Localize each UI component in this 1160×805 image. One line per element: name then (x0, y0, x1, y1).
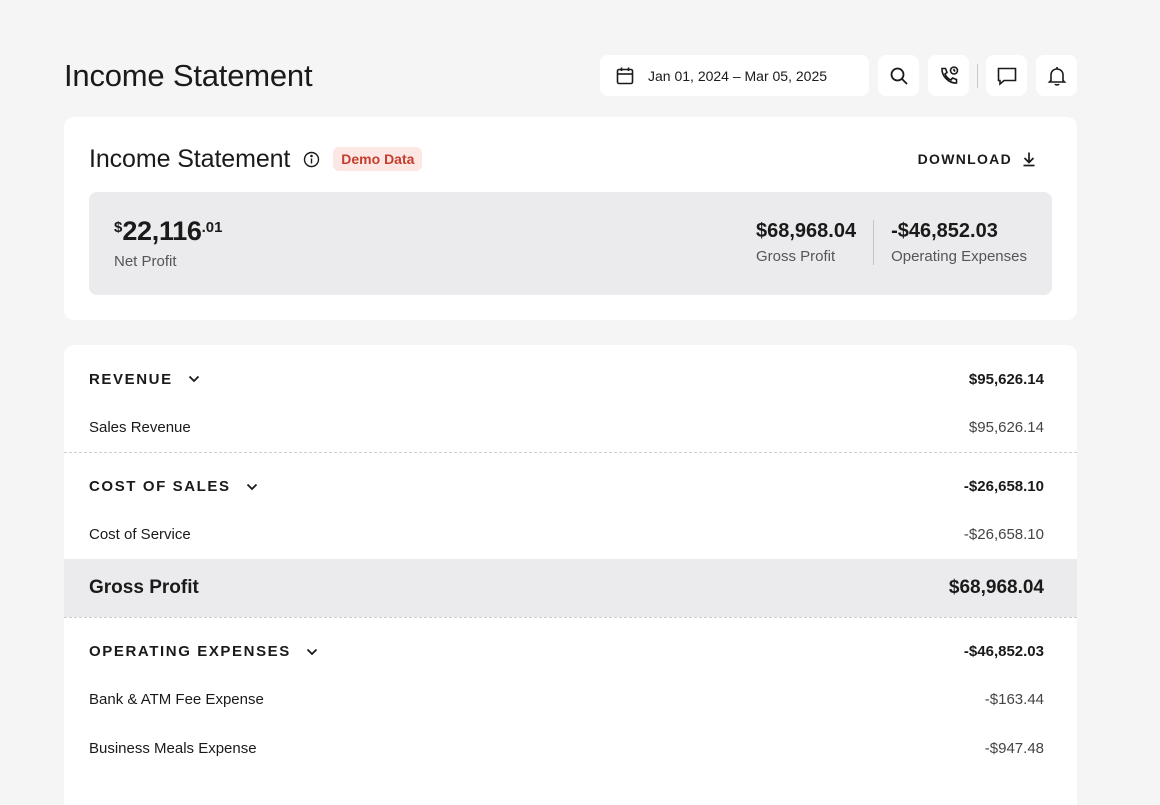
gross-profit-row-label: Gross Profit (89, 577, 199, 598)
net-profit: $ 22,116 .01 Net Profit (114, 216, 223, 270)
net-profit-currency: $ (114, 219, 123, 236)
gross-profit-row: Gross Profit $68,968.04 (64, 559, 1077, 617)
item-value: $95,626.14 (968, 419, 1044, 436)
chevron-down-icon (188, 375, 199, 383)
summary-stats: $ 22,116 .01 Net Profit $68,968.04 Gross… (89, 192, 1052, 295)
operating-expenses-label: Operating Expenses (891, 248, 1027, 265)
list-item[interactable]: Cost of Service -$26,658.10 (64, 510, 1077, 559)
operating-expenses-value: -$46,852.03 (891, 220, 998, 242)
section-total: -$46,852.03 (963, 643, 1044, 660)
item-label: Sales Revenue (89, 419, 191, 436)
operating-expenses-toggle[interactable]: OPERATING EXPENSES (89, 643, 318, 660)
chevron-down-icon (246, 483, 257, 490)
list-item[interactable]: Sales Revenue $95,626.14 (64, 403, 1077, 452)
gross-profit-label: Gross Profit (755, 248, 836, 265)
call-button[interactable] (928, 55, 969, 96)
list-item[interactable]: Bank & ATM Fee Expense -$163.44 (64, 675, 1077, 724)
item-label: Business Meals Expense (89, 740, 257, 757)
summary-title-group: Income Statement Demo Data (89, 144, 423, 174)
phone-icon (940, 65, 958, 84)
net-profit-label: Net Profit (114, 253, 177, 270)
date-range-picker[interactable]: Jan 01, 2024 – Mar 05, 2025 (600, 55, 869, 96)
notifications-button[interactable] (1036, 55, 1077, 96)
search-button[interactable] (878, 55, 919, 96)
demo-data-badge: Demo Data (333, 147, 423, 171)
item-value: -$163.44 (984, 691, 1044, 708)
item-value: -$947.48 (984, 740, 1044, 757)
calendar-icon (616, 67, 634, 84)
gross-profit-row-value: $68,968.04 (948, 577, 1044, 598)
download-icon (1023, 152, 1035, 167)
summary-title: Income Statement (89, 144, 291, 173)
item-value: -$26,658.10 (963, 526, 1044, 543)
section-total: -$26,658.10 (963, 478, 1044, 495)
operating-expenses-stat: -$46,852.03 Operating Expenses (891, 220, 1027, 265)
section-label: COST OF SALES (89, 478, 231, 495)
search-icon (890, 67, 908, 85)
top-actions: Jan 01, 2024 – Mar 05, 2025 (600, 55, 1077, 96)
item-label: Cost of Service (89, 526, 191, 543)
toolbar-divider (977, 63, 978, 88)
gross-profit-stat: $68,968.04 Gross Profit (756, 220, 856, 265)
section-total: $95,626.14 (968, 370, 1044, 388)
info-icon[interactable] (303, 151, 320, 168)
chevron-down-icon (306, 648, 318, 655)
top-bar: Income Statement Jan 01, 2024 – Mar 05, … (64, 55, 1077, 96)
date-range-text: Jan 01, 2024 – Mar 05, 2025 (648, 67, 828, 84)
net-profit-amount: $ 22,116 .01 (114, 216, 223, 247)
list-item[interactable]: Business Meals Expense -$947.48 (64, 724, 1077, 773)
bell-icon (1047, 66, 1066, 86)
page-title: Income Statement (64, 57, 313, 93)
gross-profit-value: $68,968.04 (755, 220, 857, 242)
download-label: DOWNLOAD (917, 151, 1012, 167)
stat-divider (873, 220, 875, 265)
chat-icon (997, 67, 1016, 86)
revenue-toggle[interactable]: REVENUE (89, 371, 200, 388)
section-label: REVENUE (89, 370, 173, 388)
summary-card-header: Income Statement Demo Data DOWNLOAD (89, 143, 1052, 175)
net-profit-decimal: .01 (201, 219, 223, 236)
right-stats: $68,968.04 Gross Profit -$46,852.03 Oper… (756, 220, 1027, 265)
statement-table: REVENUE $95,626.14 Sales Revenue $95,626… (64, 345, 1077, 805)
item-label: Bank & ATM Fee Expense (89, 691, 264, 708)
section-label: OPERATING EXPENSES (89, 643, 291, 660)
net-profit-whole: 22,116 (122, 216, 202, 246)
download-button[interactable]: DOWNLOAD (918, 151, 1036, 167)
summary-card: Income Statement Demo Data DOWNLOAD $ 22… (64, 117, 1077, 320)
cost-of-sales-toggle[interactable]: COST OF SALES (89, 478, 258, 495)
messages-button[interactable] (986, 55, 1027, 96)
